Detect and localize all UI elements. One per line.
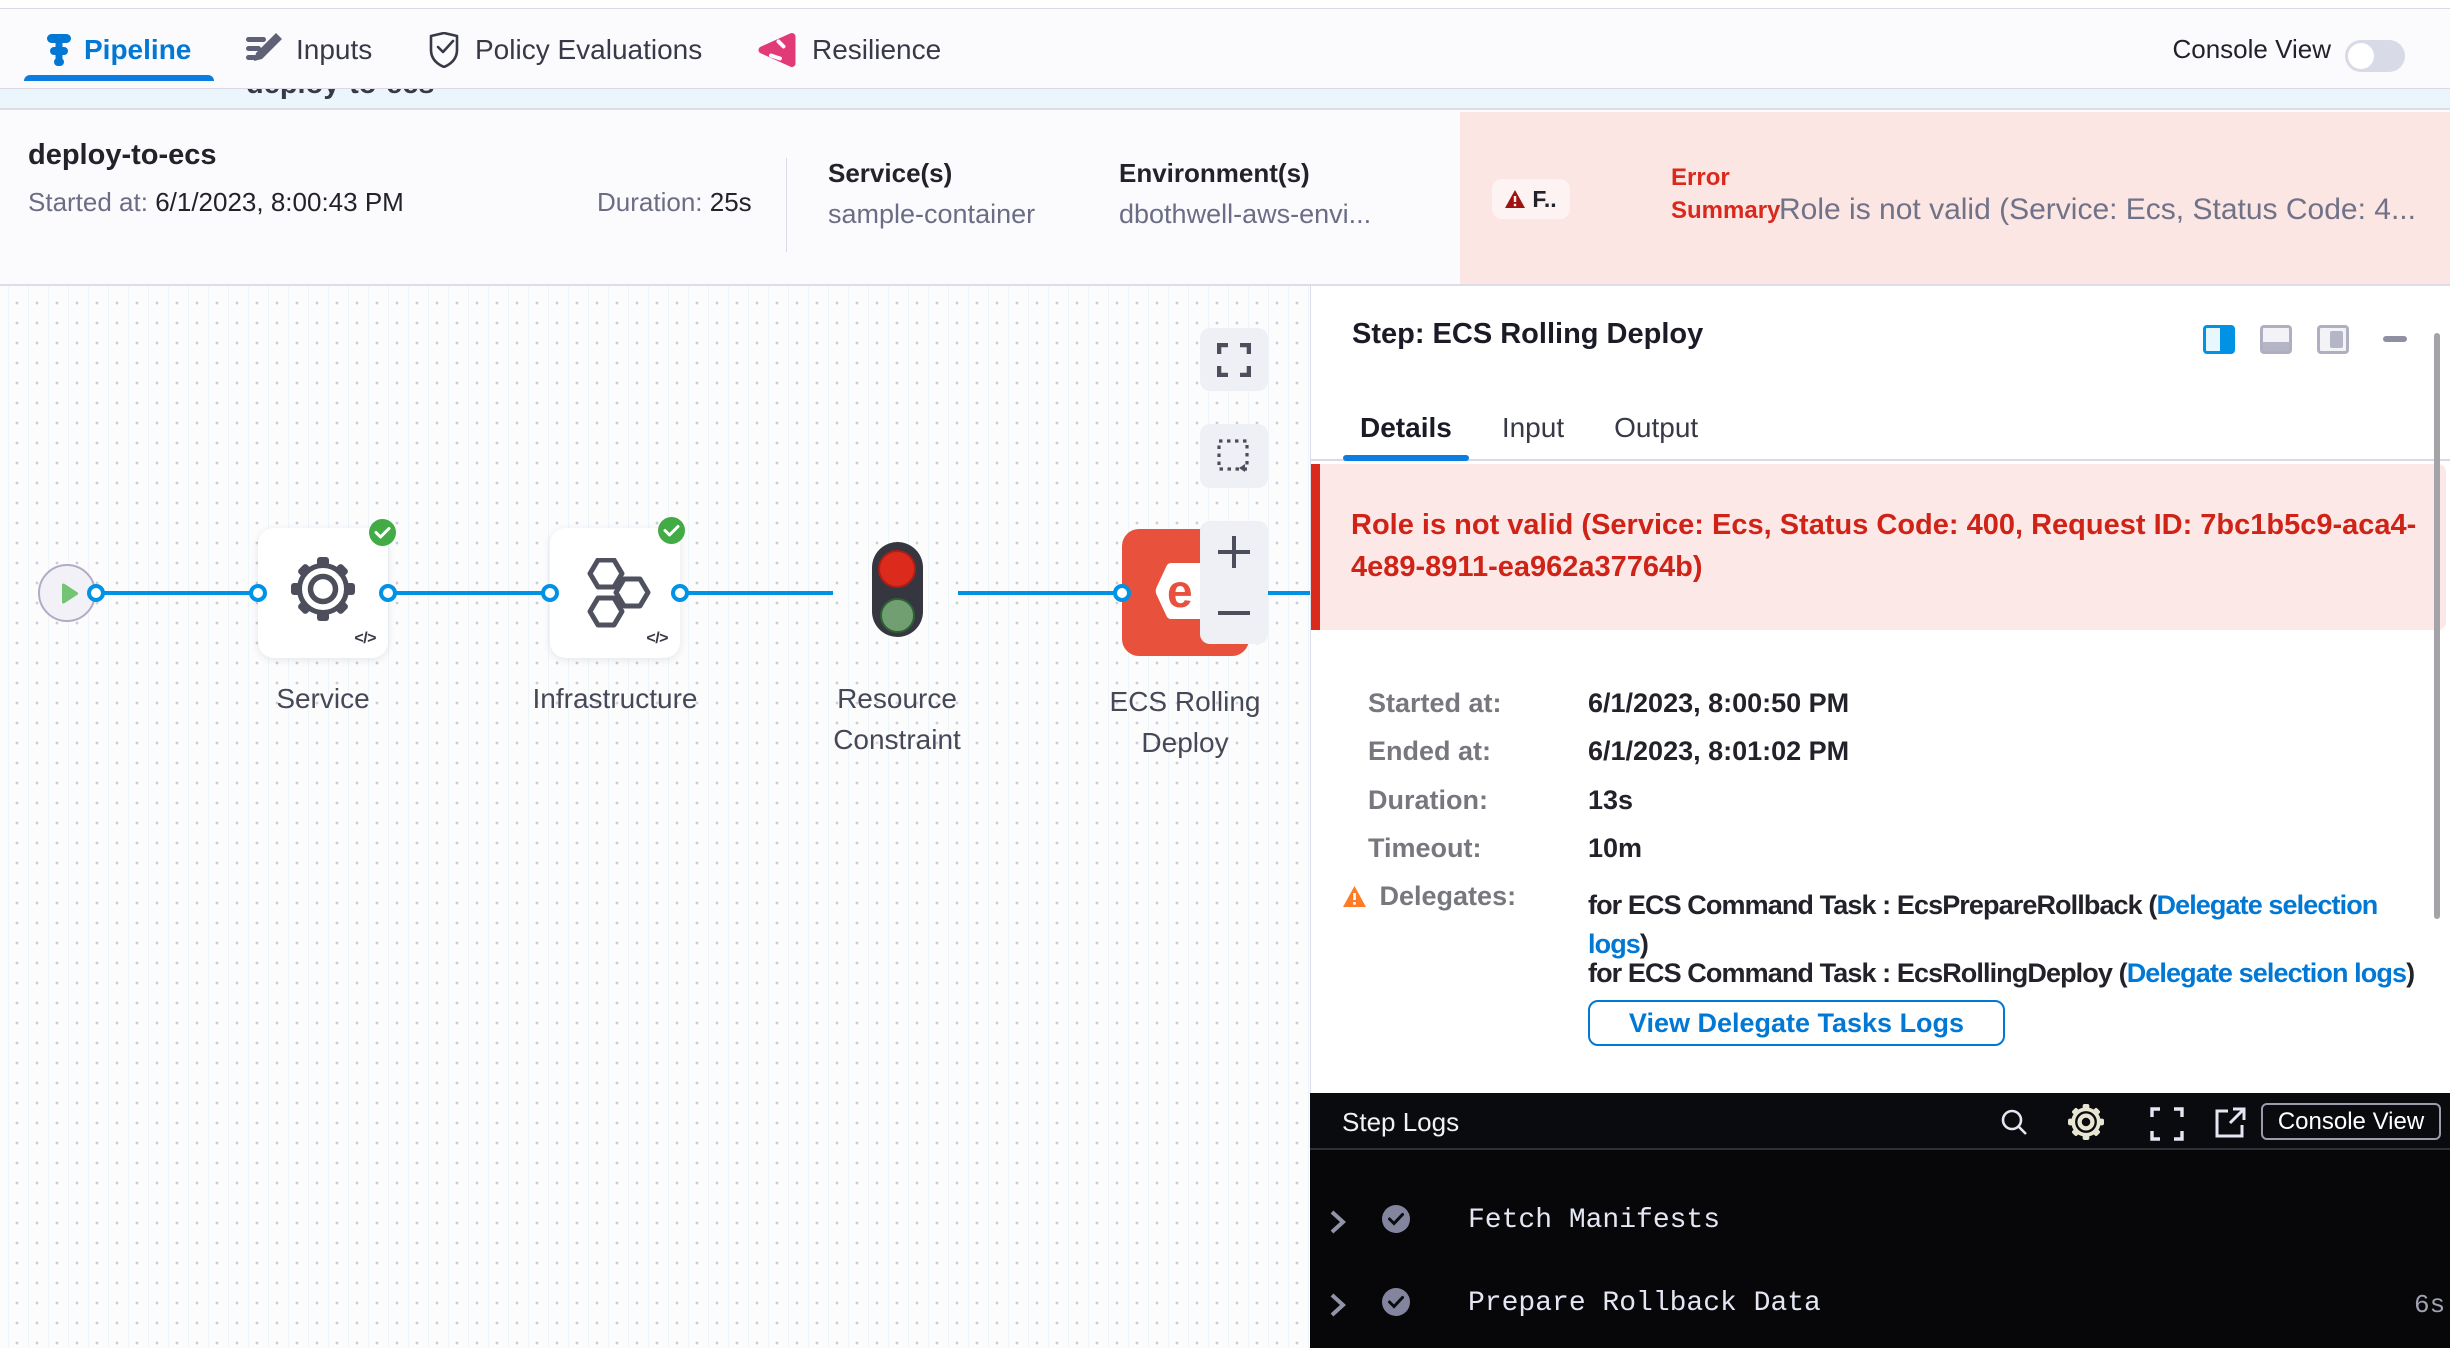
svg-text:e: e — [1167, 565, 1193, 617]
